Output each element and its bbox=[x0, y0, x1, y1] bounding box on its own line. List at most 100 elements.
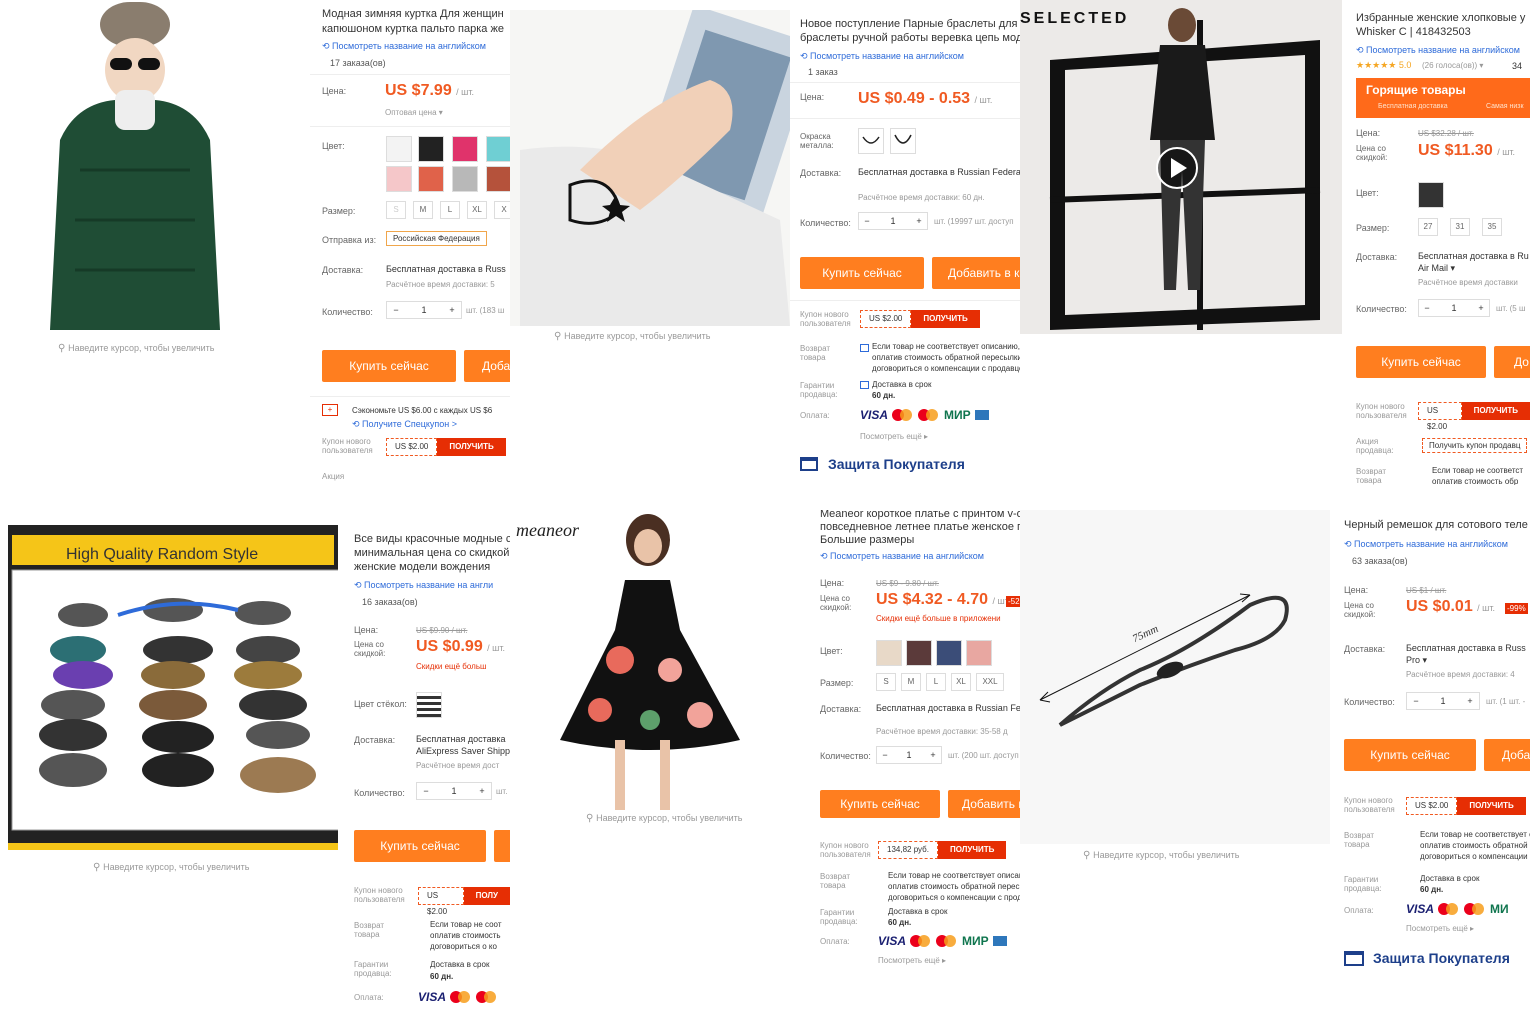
delivery-method[interactable]: Air Mail ▾ bbox=[1418, 263, 1455, 274]
quantity-value[interactable]: 1 bbox=[893, 750, 925, 760]
size-option-m[interactable]: M bbox=[901, 673, 921, 691]
add-to-cart-button[interactable]: Добавить в bbox=[948, 790, 1020, 818]
color-swatch-black[interactable] bbox=[1418, 182, 1444, 208]
app-discount[interactable]: Скидки ещё больше в приложени bbox=[876, 614, 1001, 623]
color-swatch-4[interactable] bbox=[966, 640, 992, 666]
ship-from-option[interactable]: Российская Федерация bbox=[386, 231, 487, 246]
quantity-value[interactable]: 1 bbox=[435, 786, 473, 796]
product-title-line-2[interactable]: Whisker C | 418432503 bbox=[1356, 25, 1530, 39]
quantity-increase[interactable]: + bbox=[925, 750, 941, 760]
app-discount[interactable]: Скидки ещё больш bbox=[416, 662, 486, 671]
buy-now-button[interactable]: Купить сейчас bbox=[322, 350, 456, 382]
color-swatch-rust[interactable] bbox=[486, 166, 510, 192]
see-more-link[interactable]: Посмотреть ещё ▸ bbox=[860, 432, 928, 441]
product-title-line-1[interactable]: Избранные женские хлопковые у bbox=[1356, 11, 1530, 25]
color-swatch-pink[interactable] bbox=[452, 136, 478, 162]
buy-now-button[interactable]: Купить сейчас bbox=[800, 257, 924, 289]
product-image-strap[interactable] bbox=[1020, 510, 1330, 844]
color-swatch-1[interactable] bbox=[876, 640, 902, 666]
see-more-link[interactable]: Посмотреть ещё ▸ bbox=[1406, 924, 1474, 933]
color-swatch-3[interactable] bbox=[936, 640, 962, 666]
size-option-x[interactable]: X bbox=[494, 201, 510, 219]
get-coupon-button[interactable]: ПОЛУЧИТЬ bbox=[911, 310, 980, 328]
delivery-value[interactable]: Бесплатная доставка bbox=[416, 734, 506, 744]
get-coupon-button[interactable]: ПОЛУ bbox=[463, 887, 510, 905]
color-swatch-grey[interactable] bbox=[452, 166, 478, 192]
view-english-link[interactable]: Посмотреть название на английском bbox=[1356, 45, 1520, 56]
add-to-cart-button[interactable]: Доба bbox=[464, 350, 510, 382]
delivery-value[interactable]: Бесплатная доставка в Russian Fede bbox=[876, 703, 1020, 713]
get-coupon-button[interactable]: ПОЛУЧИТЬ bbox=[1461, 402, 1530, 420]
product-image-jacket[interactable] bbox=[20, 0, 250, 340]
product-image-bracelet[interactable] bbox=[510, 10, 790, 326]
lens-color-option[interactable] bbox=[416, 692, 442, 718]
color-swatch-coral[interactable] bbox=[418, 166, 444, 192]
quantity-decrease[interactable]: − bbox=[877, 750, 893, 760]
quantity-value[interactable]: 1 bbox=[1435, 303, 1473, 313]
rating-count[interactable]: (26 голоса(ов)) ▾ bbox=[1422, 61, 1483, 70]
buy-now-button[interactable]: Купить сейчас bbox=[820, 790, 940, 818]
product-image-sunglasses[interactable] bbox=[8, 525, 338, 850]
add-to-cart-button[interactable] bbox=[494, 830, 510, 862]
quantity-decrease[interactable]: − bbox=[859, 216, 875, 226]
product-title-line-1[interactable]: Все виды красочные модные с bbox=[354, 532, 510, 546]
size-option-l[interactable]: L bbox=[926, 673, 946, 691]
size-option-s[interactable]: S bbox=[386, 201, 406, 219]
size-option-xl[interactable]: XL bbox=[951, 673, 971, 691]
delivery-value[interactable]: Бесплатная доставка в Russ bbox=[386, 264, 506, 274]
size-option-31[interactable]: 31 bbox=[1450, 218, 1470, 236]
video-play-button[interactable] bbox=[1157, 148, 1197, 188]
delivery-value[interactable]: Бесплатная доставка в Russian Federa bbox=[858, 167, 1020, 177]
product-title-line-2[interactable]: браслеты ручной работы веревка цепь мода bbox=[800, 31, 1020, 45]
wholesale-link[interactable]: Оптовая цена ▾ bbox=[385, 108, 443, 117]
color-swatch-light-pink[interactable] bbox=[386, 166, 412, 192]
delivery-value[interactable]: Бесплатная доставка в Russ bbox=[1406, 643, 1526, 653]
get-coupon-button[interactable]: ПОЛУЧИТЬ bbox=[1457, 797, 1526, 815]
buyer-protection[interactable]: Защита Покупателя bbox=[828, 456, 965, 472]
quantity-decrease[interactable]: − bbox=[417, 786, 435, 796]
metal-option-2[interactable] bbox=[890, 128, 916, 154]
size-option-s[interactable]: S bbox=[876, 673, 896, 691]
quantity-increase[interactable]: + bbox=[911, 216, 927, 226]
delivery-method[interactable]: Pro ▾ bbox=[1406, 655, 1427, 666]
color-swatch-teal[interactable] bbox=[486, 136, 510, 162]
size-option-xxl[interactable]: XXL bbox=[976, 673, 1004, 691]
buy-now-button[interactable]: Купить сейчас bbox=[1356, 346, 1486, 378]
quantity-value[interactable]: 1 bbox=[405, 305, 443, 315]
product-title-line-1[interactable]: Черный ремешок для сотового теле bbox=[1344, 518, 1530, 532]
quantity-increase[interactable]: + bbox=[473, 786, 491, 796]
size-option-m[interactable]: M bbox=[413, 201, 433, 219]
size-option-l[interactable]: L bbox=[440, 201, 460, 219]
size-option-xl[interactable]: XL bbox=[467, 201, 487, 219]
buy-now-button[interactable]: Купить сейчас bbox=[1344, 739, 1476, 771]
delivery-method[interactable]: AliExpress Saver Shipp bbox=[416, 746, 510, 756]
color-swatch-2[interactable] bbox=[906, 640, 932, 666]
quantity-decrease[interactable]: − bbox=[1407, 696, 1425, 706]
product-title-line-3[interactable]: Большие размеры bbox=[820, 533, 1020, 547]
get-seller-coupon[interactable]: Получить купон продавц bbox=[1422, 438, 1528, 453]
get-coupon-button[interactable]: ПОЛУЧИТЬ bbox=[937, 841, 1007, 859]
size-option-27[interactable]: 27 bbox=[1418, 218, 1438, 236]
quantity-value[interactable]: 1 bbox=[1425, 696, 1461, 706]
product-title-line-2[interactable]: повседневное летнее платье женское пля bbox=[820, 520, 1020, 534]
view-english-link[interactable]: Посмотреть название на английском bbox=[1344, 539, 1508, 550]
quantity-decrease[interactable]: − bbox=[387, 305, 405, 315]
buy-now-button[interactable]: Купить сейчас bbox=[354, 830, 486, 862]
view-english-link[interactable]: Посмотреть название на английском bbox=[800, 51, 964, 62]
quantity-increase[interactable]: + bbox=[443, 305, 461, 315]
product-title-line-2[interactable]: минимальная цена со скидкой bbox=[354, 546, 510, 560]
quantity-increase[interactable]: + bbox=[1461, 696, 1479, 706]
product-title-line-2[interactable]: капюшоном куртка пальто парка же bbox=[322, 22, 510, 36]
quantity-increase[interactable]: + bbox=[1473, 303, 1489, 313]
view-english-link[interactable]: Посмотреть название на английском bbox=[322, 41, 486, 52]
view-english-link[interactable]: Посмотреть название на английском bbox=[820, 551, 984, 562]
get-special-coupon-link[interactable]: Получите Спецкупон > bbox=[352, 419, 457, 430]
add-to-cart-button[interactable]: Добавить в к bbox=[932, 257, 1020, 289]
product-image-dress[interactable] bbox=[510, 510, 800, 810]
product-title-line-1[interactable]: Новое поступление Парные браслеты для же bbox=[800, 17, 1020, 31]
metal-option-1[interactable] bbox=[858, 128, 884, 154]
delivery-value[interactable]: Бесплатная доставка в Ru bbox=[1418, 251, 1529, 261]
color-swatch-black[interactable] bbox=[418, 136, 444, 162]
get-coupon-button[interactable]: ПОЛУЧИТЬ bbox=[437, 438, 506, 456]
quantity-decrease[interactable]: − bbox=[1419, 303, 1435, 313]
